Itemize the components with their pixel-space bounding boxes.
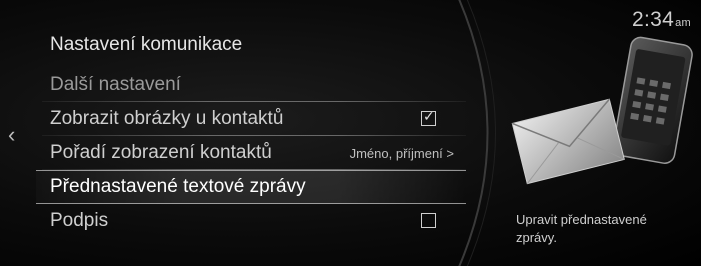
menu-item-more-settings[interactable]: Další nastavení bbox=[36, 68, 466, 102]
menu-item-label: Přednastavené textové zprávy bbox=[50, 176, 306, 197]
menu-item-preset-messages[interactable]: Přednastavené textové zprávy bbox=[36, 170, 466, 204]
menu-item-label: Podpis bbox=[50, 210, 109, 231]
selection-highlight-top bbox=[36, 170, 466, 171]
back-chevron-icon[interactable]: ‹ bbox=[8, 124, 26, 146]
menu-item-label: Zobrazit obrázky u kontaktů bbox=[50, 108, 284, 129]
menu-item-show-contact-pictures[interactable]: Zobrazit obrázky u kontaktů ✓ bbox=[36, 102, 466, 136]
menu-item-contact-order[interactable]: Pořadí zobrazení kontaktů Jméno, příjmen… bbox=[36, 136, 466, 170]
menu-item-signature[interactable]: Podpis bbox=[36, 204, 466, 238]
clock-time: 2:34 bbox=[632, 8, 675, 31]
clock: 2:34am bbox=[632, 8, 691, 32]
clock-ampm: am bbox=[675, 17, 691, 29]
envelope-phone-icon bbox=[511, 36, 693, 185]
menu-item-label: Pořadí zobrazení kontaktů bbox=[50, 142, 272, 163]
menu-item-label: Další nastavení bbox=[50, 74, 181, 95]
hint-text: Upravit přednastavené zprávy. bbox=[516, 212, 647, 245]
page-title: Nastavení komunikace bbox=[50, 34, 243, 55]
